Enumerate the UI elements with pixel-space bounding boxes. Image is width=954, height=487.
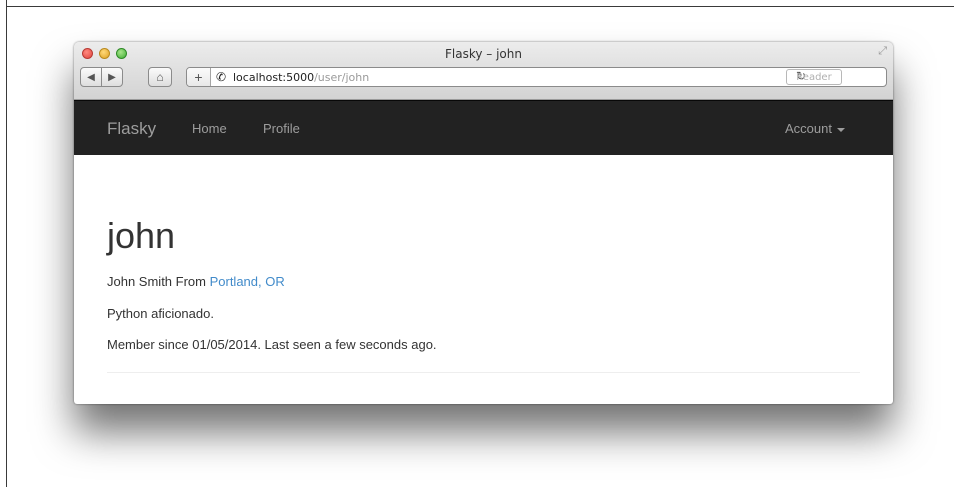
account-dropdown[interactable]: Account <box>785 121 845 136</box>
browser-toolbar: ◀ ▶ ⌂ + ✆ localhost:5000/user/john ↻ Rea… <box>80 67 887 89</box>
site-navbar: Flasky Home Profile Account <box>74 100 893 155</box>
nav-profile-link[interactable]: Profile <box>263 121 300 136</box>
titlebar: Flasky – john ⤢ ◀ ▶ ⌂ + ✆ localhost:5000… <box>74 42 893 100</box>
location-link[interactable]: Portland, OR <box>210 274 285 289</box>
back-button[interactable]: ◀ <box>80 67 102 87</box>
account-label: Account <box>785 121 832 136</box>
back-arrow-icon: ◀ <box>87 71 95 83</box>
forward-button[interactable]: ▶ <box>101 67 123 87</box>
caret-down-icon <box>837 127 845 132</box>
browser-window: Flasky – john ⤢ ◀ ▶ ⌂ + ✆ localhost:5000… <box>74 42 893 404</box>
add-bookmark-button[interactable]: + <box>187 68 211 86</box>
profile-name: John Smith From <box>107 274 210 289</box>
profile-name-location: John Smith From Portland, OR <box>107 274 285 289</box>
plus-icon: + <box>194 69 203 85</box>
member-info: Member since 01/05/2014. Last seen a few… <box>107 337 437 352</box>
address-bar[interactable]: + ✆ localhost:5000/user/john ↻ Reader <box>186 67 887 87</box>
forward-arrow-icon: ▶ <box>108 71 116 83</box>
navbar-brand[interactable]: Flasky <box>107 119 156 139</box>
url-text[interactable]: localhost:5000/user/john <box>233 71 369 84</box>
nav-home-link[interactable]: Home <box>192 121 227 136</box>
url-host: localhost:5000 <box>233 71 315 84</box>
url-path: /user/john <box>314 71 370 84</box>
window-title: Flasky – john <box>445 47 522 61</box>
frame-border-top <box>6 6 954 7</box>
page-title: john <box>107 215 176 256</box>
reader-button[interactable]: Reader <box>786 69 842 85</box>
fullscreen-icon[interactable]: ⤢ <box>878 46 887 57</box>
phone-icon: ✆ <box>216 70 227 84</box>
divider <box>107 372 860 373</box>
home-icon: ⌂ <box>156 70 164 84</box>
home-button[interactable]: ⌂ <box>148 67 172 87</box>
frame-border-left <box>6 0 7 487</box>
profile-about: Python aficionado. <box>107 306 214 321</box>
